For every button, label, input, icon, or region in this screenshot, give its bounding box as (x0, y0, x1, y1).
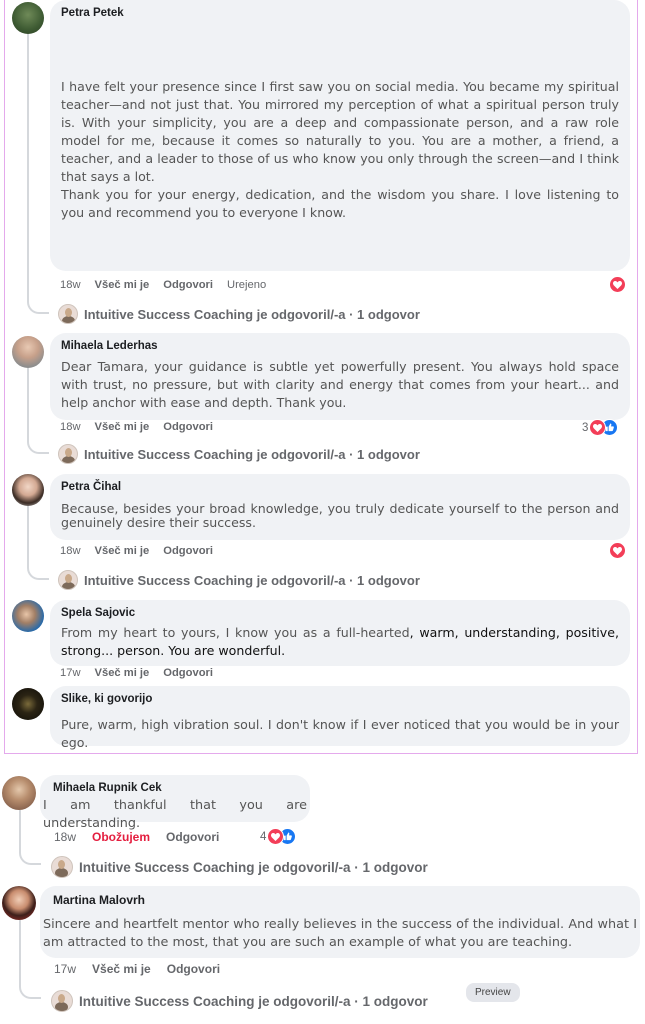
thread-elbow (19, 985, 41, 999)
reply-summary-text[interactable]: Intuitive Success Coaching je odgovoril/… (84, 307, 420, 322)
comment-bubble: Mihaela Rupnik Cek I am thankful that yo… (40, 775, 310, 831)
comment-time[interactable]: 18w (54, 830, 76, 844)
reply-summary[interactable]: Intuitive Success Coaching je odgovoril/… (58, 444, 420, 464)
like-button[interactable]: Všeč mi je (95, 667, 150, 679)
reactions[interactable]: 4 (260, 828, 297, 845)
thread-line (27, 34, 29, 302)
page-avatar-icon (58, 444, 78, 464)
comment-author[interactable]: Spela Sajovic (61, 607, 619, 619)
reply-button[interactable]: Odgovori (166, 830, 219, 844)
comment-actions: 18w Obožujem Odgovori (54, 830, 219, 844)
reply-summary-text[interactable]: Intuitive Success Coaching je odgovoril/… (79, 860, 428, 875)
comment-bubble: Martina Malovrh Sincere and heartfelt me… (40, 886, 640, 958)
like-button[interactable]: Všeč mi je (95, 421, 150, 433)
reactions[interactable] (609, 542, 626, 559)
like-button[interactable]: Všeč mi je (95, 279, 150, 291)
comment-text: Thank you for your energy, dedication, a… (61, 187, 619, 220)
comment-author[interactable]: Slike, ki govorijo (61, 693, 619, 705)
comment-time[interactable]: 17w (60, 667, 81, 679)
reply-button[interactable]: Odgovori (163, 421, 213, 433)
reply-summary-text[interactable]: Intuitive Success Coaching je odgovoril/… (84, 447, 420, 462)
comment-time[interactable]: 17w (54, 962, 76, 976)
comment-time[interactable]: 18w (60, 421, 81, 433)
comment-text: Because, besides your broad knowledge, y… (61, 501, 619, 530)
comment-time[interactable]: 18w (60, 279, 81, 291)
reply-summary-text[interactable]: Intuitive Success Coaching je odgovoril/… (79, 994, 428, 1009)
thread-line (27, 505, 29, 568)
avatar[interactable] (2, 776, 36, 810)
reply-button[interactable]: Odgovori (163, 545, 213, 557)
page-avatar-icon (58, 304, 78, 324)
reply-button[interactable]: Odgovori (167, 962, 220, 976)
like-button[interactable]: Všeč mi je (92, 962, 151, 976)
page-avatar-icon (51, 856, 73, 878)
reply-button[interactable]: Odgovori (163, 279, 213, 291)
thread-line (27, 368, 29, 442)
comment-actions: 18w Všeč mi je Odgovori (60, 545, 213, 557)
preview-badge[interactable]: Preview (466, 983, 520, 1002)
edited-label: Urejeno (227, 279, 267, 291)
reaction-count: 3 (582, 421, 589, 434)
avatar[interactable] (12, 688, 44, 720)
comment-author[interactable]: Mihaela Rupnik Cek (43, 782, 307, 794)
comment-author[interactable]: Martina Malovrh (43, 893, 637, 907)
comment-text: I have felt your presence since I first … (61, 79, 619, 184)
avatar[interactable] (12, 336, 44, 368)
comment-author[interactable]: Petra Petek (61, 7, 619, 19)
reaction-count: 4 (260, 830, 267, 843)
reply-summary[interactable]: Intuitive Success Coaching je odgovoril/… (58, 570, 420, 590)
reactions[interactable]: 3 (582, 419, 619, 436)
heart-reaction-icon (609, 276, 626, 293)
comment-actions: 17w Všeč mi je Odgovori (60, 667, 213, 679)
reactions[interactable] (609, 276, 626, 293)
reply-summary-text[interactable]: Intuitive Success Coaching je odgovoril/… (84, 573, 420, 588)
thread-line (19, 920, 21, 987)
comment-bubble: Mihaela Lederhas Dear Tamara, your guida… (50, 333, 630, 420)
reply-summary[interactable]: Intuitive Success Coaching je odgovoril/… (58, 304, 420, 324)
thread-elbow (19, 851, 41, 865)
comment-text: Sincere and heartfelt mentor who really … (43, 917, 637, 950)
page-avatar-icon (51, 990, 73, 1012)
thread-line (19, 810, 21, 853)
reply-button[interactable]: Odgovori (163, 667, 213, 679)
love-reaction-button[interactable]: Obožujem (92, 830, 150, 844)
comment-text: Dear Tamara, your guidance is subtle yet… (61, 359, 619, 410)
comment-text: From my heart to yours, I know you as a … (61, 625, 619, 658)
page-avatar-icon (58, 570, 78, 590)
comment-author[interactable]: Petra Čihal (61, 481, 619, 493)
comment-bubble: Petra Čihal Because, besides your broad … (50, 474, 630, 540)
comment-time[interactable]: 18w (60, 545, 81, 557)
comment-bubble: Slike, ki govorijo Pure, warm, high vibr… (50, 686, 630, 750)
comment-text: Pure, warm, high vibration soul. I don't… (61, 717, 619, 750)
comment-bubble: Spela Sajovic From my heart to yours, I … (50, 600, 630, 666)
avatar[interactable] (2, 886, 36, 920)
heart-reaction-icon (609, 542, 626, 559)
comment-author[interactable]: Mihaela Lederhas (61, 340, 619, 352)
like-button[interactable]: Všeč mi je (95, 545, 150, 557)
comment-actions: 17w Všeč mi je Odgovori (54, 962, 220, 976)
avatar[interactable] (12, 600, 44, 632)
comment-actions: 18w Všeč mi je Odgovori (60, 421, 213, 433)
comment-actions: 18w Všeč mi je Odgovori Urejeno (60, 279, 266, 291)
avatar[interactable] (12, 2, 44, 34)
reply-summary[interactable]: Intuitive Success Coaching je odgovoril/… (51, 990, 428, 1012)
avatar[interactable] (12, 474, 44, 506)
reply-summary[interactable]: Intuitive Success Coaching je odgovoril/… (51, 856, 428, 878)
comment-bubble: Petra Petek I have felt your presence si… (50, 0, 630, 271)
